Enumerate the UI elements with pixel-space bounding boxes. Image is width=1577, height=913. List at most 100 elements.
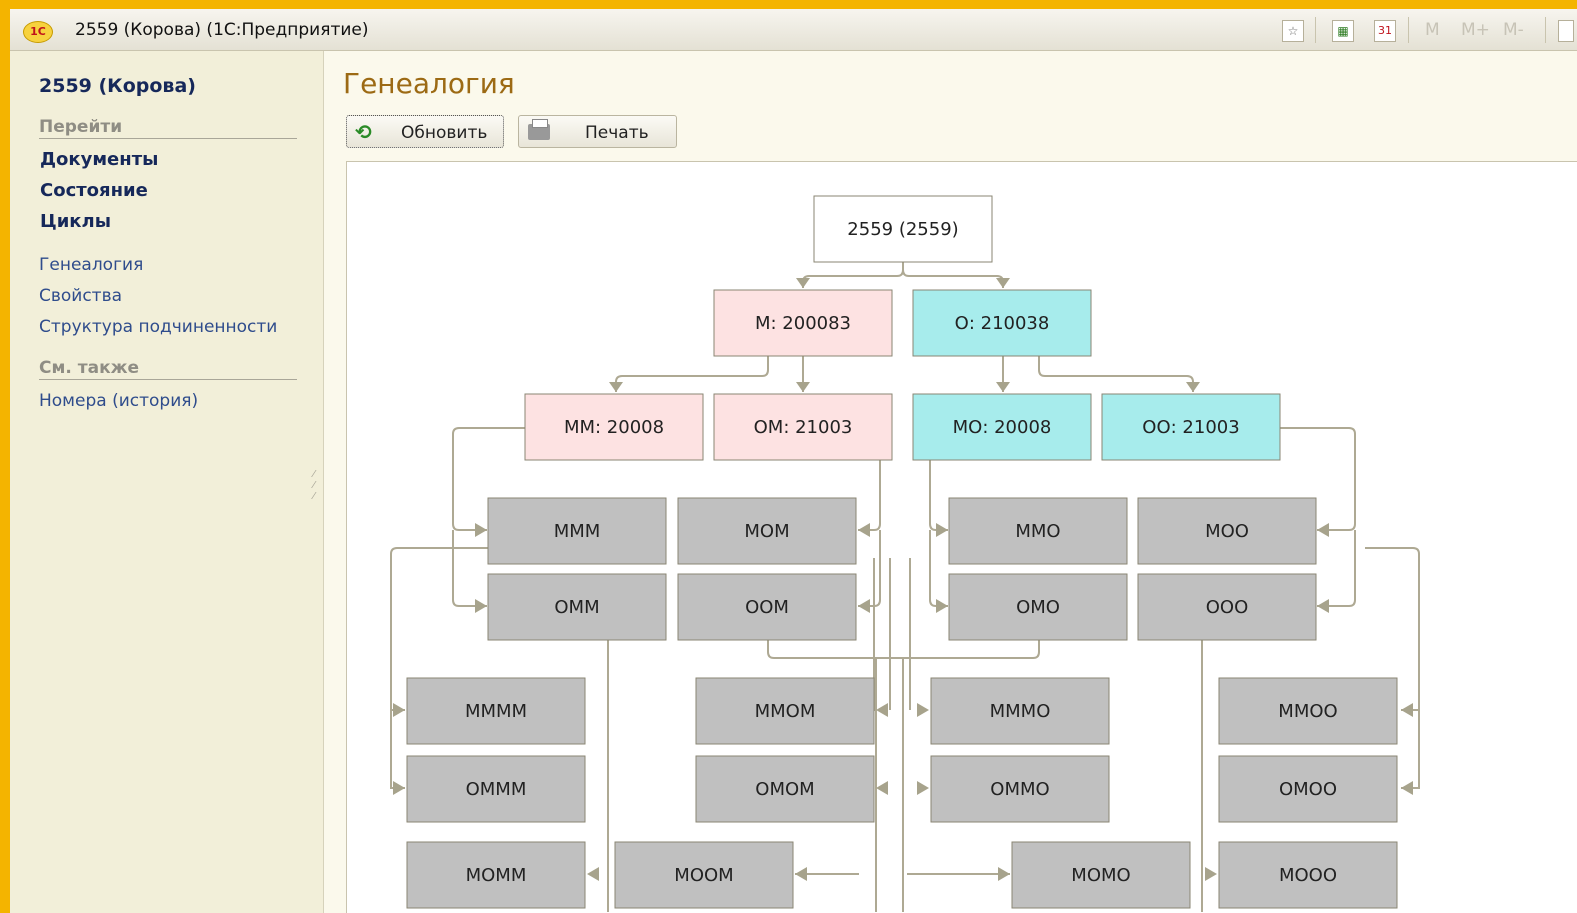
object-title: 2559 (Корова) xyxy=(39,75,196,97)
tree-node-mooo[interactable]: МООО xyxy=(1218,841,1398,909)
tree-node-oo[interactable]: ОО: 21003 xyxy=(1101,393,1281,461)
genealogy-diagram: 2559 (2559) М: 200083 О: 210038 ММ: 20008 ОМ… xyxy=(346,161,1577,913)
memory-button[interactable]: M xyxy=(1425,20,1440,40)
node-label: ООО xyxy=(1206,597,1249,618)
resize-grip-icon[interactable]: ⁄ ⁄ ⁄ xyxy=(313,469,315,502)
tree-node-omm[interactable]: ОММ xyxy=(487,573,667,641)
tree-node-omom[interactable]: ОМОМ xyxy=(695,755,875,823)
node-label: ОМОМ xyxy=(755,779,814,800)
connector-line xyxy=(802,262,904,288)
tree-node-mm[interactable]: ММ: 20008 xyxy=(524,393,704,461)
connector-arrow xyxy=(876,703,888,717)
connector-line xyxy=(390,710,405,789)
toolbar-separator xyxy=(1315,17,1316,43)
connector-arrow xyxy=(1205,867,1217,881)
node-label: МОМО xyxy=(1071,865,1130,886)
node-label: ММО xyxy=(1015,521,1060,542)
window-restore-icon[interactable] xyxy=(1558,20,1574,42)
section-see-also-header: См. также xyxy=(39,358,297,380)
sidebar-item-state[interactable]: Состояние xyxy=(40,180,148,201)
calendar-icon[interactable]: 31 xyxy=(1374,20,1396,42)
tree-node-o[interactable]: О: 210038 xyxy=(912,289,1092,357)
node-label: ММОО xyxy=(1278,701,1337,722)
node-label: МООО xyxy=(1279,865,1337,886)
node-label: МООМ xyxy=(674,865,733,886)
connector-arrow xyxy=(609,382,623,392)
refresh-button-label: Обновить xyxy=(401,123,488,143)
node-label: ОМ: 21003 xyxy=(754,417,853,438)
tree-node-om[interactable]: ОМ: 21003 xyxy=(713,393,893,461)
calculator-icon[interactable]: ▦ xyxy=(1332,20,1354,42)
title-bar: 1С 2559 (Корова) (1С:Предприятие) ☆ ▦ 31… xyxy=(10,9,1577,51)
node-label: ММОМ xyxy=(755,701,816,722)
node-label: ОМО xyxy=(1016,597,1060,618)
tree-node-momo[interactable]: МОМО xyxy=(1011,841,1191,909)
tree-node-mmm[interactable]: МММ xyxy=(487,497,667,565)
connector-arrow xyxy=(475,599,487,613)
connector-arrow xyxy=(795,867,807,881)
tree-node-mmo[interactable]: ММО xyxy=(948,497,1128,565)
tree-node-mmmo[interactable]: МММО xyxy=(930,677,1110,745)
connector-arrow xyxy=(858,523,870,537)
connector-arrow xyxy=(796,382,810,392)
tree-node-mmom[interactable]: ММОМ xyxy=(695,677,875,745)
tree-node-mmoo[interactable]: ММОО xyxy=(1218,677,1398,745)
connector-line xyxy=(1038,356,1194,392)
sidebar-item-cycles[interactable]: Циклы xyxy=(40,211,111,232)
tree-node-m[interactable]: М: 200083 xyxy=(713,289,893,357)
tree-node-mom[interactable]: МОМ xyxy=(677,497,857,565)
toolbar-separator xyxy=(1408,17,1409,43)
connector-arrow xyxy=(917,703,929,717)
tree-node-root[interactable]: 2559 (2559) xyxy=(813,195,993,263)
tree-node-mo[interactable]: МО: 20008 xyxy=(912,393,1092,461)
node-label: ОМОО xyxy=(1279,779,1337,800)
star-icon[interactable]: ☆ xyxy=(1282,20,1304,42)
connector-arrow xyxy=(475,523,487,537)
sidebar-item-number-history[interactable]: Номера (история) xyxy=(39,391,198,411)
app-logo-icon[interactable]: 1С xyxy=(23,21,53,43)
connector-arrow xyxy=(1186,382,1200,392)
connector-arrow xyxy=(796,278,810,288)
node-label: 2559 (2559) xyxy=(847,219,958,240)
page-title: Генеалогия xyxy=(343,67,515,100)
print-button[interactable]: Печать xyxy=(518,115,677,148)
sidebar-item-properties[interactable]: Свойства xyxy=(39,286,122,306)
memory-plus-button[interactable]: M+ xyxy=(1461,20,1490,40)
sidebar-item-documents[interactable]: Документы xyxy=(40,149,158,170)
connector-arrow xyxy=(1317,523,1329,537)
tree-node-ooo[interactable]: ООО xyxy=(1137,573,1317,641)
sidebar: 2559 (Корова) Перейти Документы Состояни… xyxy=(10,51,324,913)
connector-arrow xyxy=(393,781,405,795)
connector-line xyxy=(929,460,948,531)
connector-arrow xyxy=(1317,599,1329,613)
refresh-icon: ⟲ xyxy=(355,120,372,144)
window-title: 2559 (Корова) (1С:Предприятие) xyxy=(75,20,369,40)
tree-node-mmmm[interactable]: ММММ xyxy=(406,677,586,745)
memory-minus-button[interactable]: M- xyxy=(1503,20,1524,40)
tree-node-oom[interactable]: ООМ xyxy=(677,573,857,641)
connector-arrow xyxy=(1401,781,1413,795)
node-label: МММ xyxy=(554,521,601,542)
tree-node-omoo[interactable]: ОМОО xyxy=(1218,755,1398,823)
node-label: МОО xyxy=(1205,521,1249,542)
tree-node-moom[interactable]: МООМ xyxy=(614,841,794,909)
refresh-button[interactable]: ⟲ Обновить xyxy=(346,115,504,148)
node-label: ММММ xyxy=(465,701,527,722)
tree-node-momm[interactable]: МОММ xyxy=(406,841,586,909)
sidebar-item-genealogy[interactable]: Генеалогия xyxy=(39,255,143,275)
tree-node-ommm[interactable]: ОМММ xyxy=(406,755,586,823)
sidebar-item-structure[interactable]: Структура подчиненности xyxy=(39,317,277,337)
tree-node-ommo[interactable]: ОММО xyxy=(930,755,1110,823)
connector-arrow xyxy=(996,382,1010,392)
node-label: МО: 20008 xyxy=(953,417,1052,438)
tree-node-moo[interactable]: МОО xyxy=(1137,497,1317,565)
connector-arrow xyxy=(996,278,1010,288)
connector-arrow xyxy=(936,599,948,613)
node-label: О: 210038 xyxy=(955,313,1050,334)
tree-node-omo[interactable]: ОМО xyxy=(948,573,1128,641)
connector-line xyxy=(767,640,1040,659)
node-label: МОМ xyxy=(744,521,789,542)
connector-arrow xyxy=(393,703,405,717)
connector-line xyxy=(1317,530,1356,607)
genealogy-tree-svg: 2559 (2559) М: 200083 О: 210038 ММ: 20008 ОМ… xyxy=(390,195,1420,912)
